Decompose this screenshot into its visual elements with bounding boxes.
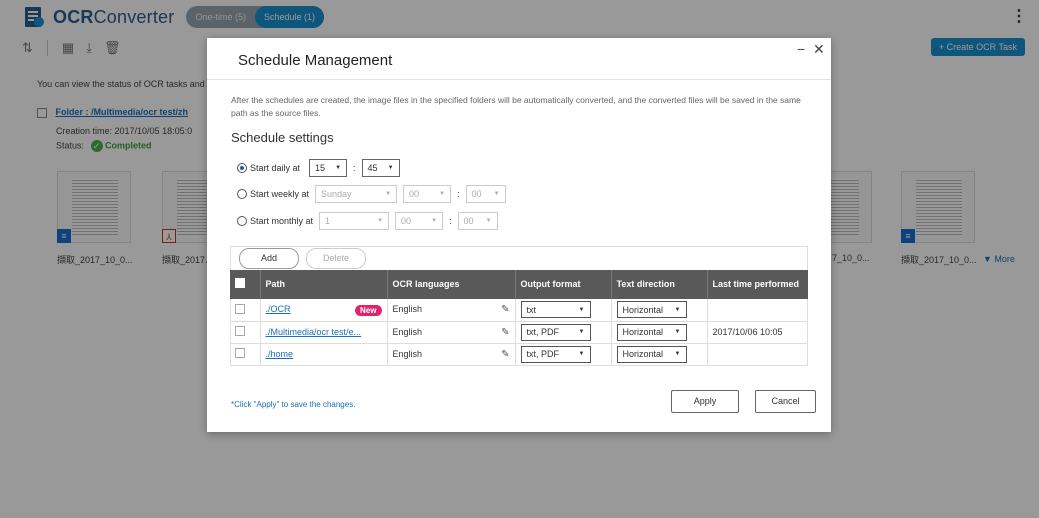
cancel-button[interactable]: Cancel bbox=[755, 390, 816, 413]
caret-down-icon: ▼ bbox=[335, 165, 342, 171]
daily-radio[interactable] bbox=[237, 163, 247, 173]
last-performed: 2017/10/06 10:05 bbox=[707, 321, 808, 344]
caret-down-icon: ▼ bbox=[578, 329, 585, 335]
caret-down-icon: ▼ bbox=[431, 218, 438, 224]
schedule-daily-row: Start daily at 15 ▼ : 45 ▼ bbox=[237, 159, 400, 177]
caret-down-icon: ▼ bbox=[439, 191, 446, 197]
table-row[interactable]: ./OCR New English ✎ txt ▼ Horizontal ▼ bbox=[230, 299, 808, 322]
select-all-cell bbox=[230, 270, 261, 299]
ocr-language: English bbox=[392, 326, 423, 337]
path-link[interactable]: ./OCR bbox=[266, 304, 291, 314]
edit-icon[interactable]: ✎ bbox=[501, 327, 509, 338]
caret-down-icon: ▼ bbox=[674, 351, 681, 357]
monthly-radio[interactable] bbox=[237, 216, 247, 226]
column-header-ocr-languages[interactable]: OCR languages bbox=[387, 270, 516, 299]
last-performed bbox=[707, 299, 808, 322]
edit-icon[interactable]: ✎ bbox=[501, 304, 509, 315]
edit-icon[interactable]: ✎ bbox=[501, 349, 509, 360]
schedule-table: Path OCR languages Output format Text di… bbox=[230, 270, 808, 366]
time-colon: : bbox=[457, 189, 460, 199]
column-header-text-direction[interactable]: Text direction bbox=[611, 270, 708, 299]
table-row[interactable]: ./Multimedia/ocr test/e... English ✎ txt,… bbox=[230, 321, 808, 344]
add-button[interactable]: Add bbox=[239, 248, 299, 269]
daily-label: Start daily at bbox=[250, 163, 301, 173]
time-colon: : bbox=[353, 163, 356, 173]
weekly-radio[interactable] bbox=[237, 189, 247, 199]
path-link[interactable]: ./Multimedia/ocr test/e... bbox=[266, 327, 362, 337]
caret-down-icon: ▼ bbox=[578, 351, 585, 357]
daily-hour-select[interactable]: 15 ▼ bbox=[309, 159, 348, 177]
weekly-hour-select[interactable]: 00 ▼ bbox=[403, 185, 452, 203]
delete-button[interactable]: Delete bbox=[306, 248, 366, 269]
weekly-day-select[interactable]: Sunday ▼ bbox=[315, 185, 398, 203]
table-row[interactable]: ./home English ✎ txt, PDF ▼ Horizontal ▼ bbox=[230, 343, 808, 366]
apply-hint: *Click "Apply" to save the changes. bbox=[231, 400, 356, 409]
caret-down-icon: ▼ bbox=[377, 218, 384, 224]
monthly-hour-select[interactable]: 00 ▼ bbox=[395, 212, 444, 230]
minimize-icon[interactable]: − bbox=[797, 41, 805, 57]
apply-button[interactable]: Apply bbox=[671, 390, 739, 413]
text-direction-select[interactable]: Horizontal ▼ bbox=[616, 323, 687, 341]
row-checkbox[interactable] bbox=[235, 348, 245, 358]
path-link[interactable]: ./home bbox=[266, 349, 294, 359]
schedule-monthly-row: Start monthly at 1 ▼ 00 ▼ : 00 ▼ bbox=[237, 212, 498, 230]
select-all-checkbox[interactable] bbox=[235, 278, 245, 288]
caret-down-icon: ▼ bbox=[385, 191, 392, 197]
ocr-language: English bbox=[392, 304, 423, 315]
monthly-label: Start monthly at bbox=[250, 216, 314, 226]
last-performed bbox=[707, 343, 808, 366]
table-header-row: Path OCR languages Output format Text di… bbox=[230, 270, 808, 299]
row-checkbox[interactable] bbox=[235, 303, 245, 314]
column-header-last-time[interactable]: Last time performed bbox=[707, 270, 808, 299]
dialog-description: After the schedules are created, the ima… bbox=[231, 95, 801, 118]
new-badge: New bbox=[355, 304, 382, 316]
caret-down-icon: ▼ bbox=[674, 329, 681, 335]
schedule-management-dialog: Schedule Management − ✕ After the schedu… bbox=[207, 38, 831, 432]
weekly-label: Start weekly at bbox=[250, 189, 310, 199]
caret-down-icon: ▼ bbox=[674, 306, 681, 313]
caret-down-icon: ▼ bbox=[578, 306, 585, 313]
section-title: Schedule settings bbox=[231, 130, 334, 145]
time-colon: : bbox=[449, 216, 452, 226]
output-format-select[interactable]: txt, PDF ▼ bbox=[520, 345, 591, 363]
row-checkbox[interactable] bbox=[235, 326, 245, 336]
monthly-minute-select[interactable]: 00 ▼ bbox=[457, 212, 498, 230]
daily-minute-select[interactable]: 45 ▼ bbox=[361, 159, 400, 177]
text-direction-select[interactable]: Horizontal ▼ bbox=[616, 301, 687, 319]
weekly-minute-select[interactable]: 00 ▼ bbox=[465, 185, 506, 203]
divider bbox=[207, 79, 831, 80]
output-format-select[interactable]: txt, PDF ▼ bbox=[520, 323, 591, 341]
caret-down-icon: ▼ bbox=[493, 191, 500, 197]
column-header-path[interactable]: Path bbox=[260, 270, 388, 299]
monthly-day-select[interactable]: 1 ▼ bbox=[319, 212, 390, 230]
close-icon[interactable]: ✕ bbox=[813, 41, 825, 58]
schedule-weekly-row: Start weekly at Sunday ▼ 00 ▼ : 00 ▼ bbox=[237, 185, 506, 203]
caret-down-icon: ▼ bbox=[387, 165, 394, 171]
dialog-title: Schedule Management bbox=[238, 52, 393, 69]
output-format-select[interactable]: txt ▼ bbox=[520, 301, 591, 319]
caret-down-icon: ▼ bbox=[485, 218, 492, 224]
ocr-language: English bbox=[392, 348, 423, 359]
text-direction-select[interactable]: Horizontal ▼ bbox=[616, 345, 687, 363]
column-header-output-format[interactable]: Output format bbox=[515, 270, 612, 299]
